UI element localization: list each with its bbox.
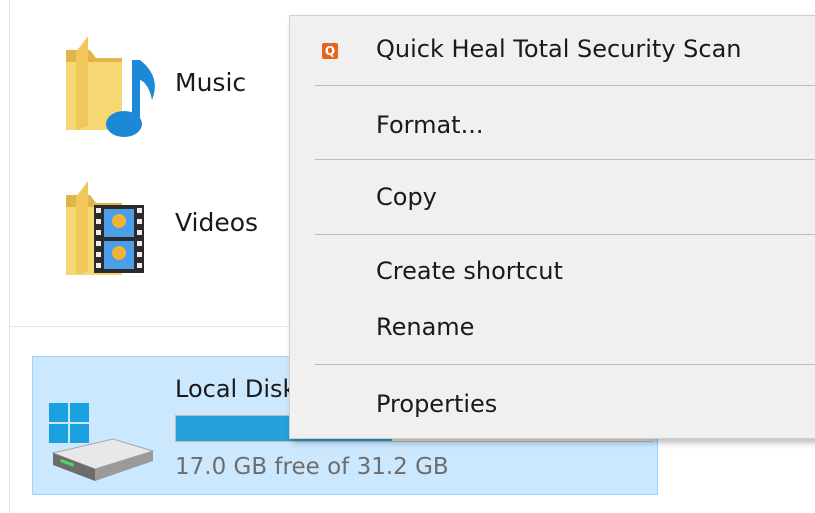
videos-folder-icon	[60, 175, 160, 285]
pane-left-border	[9, 0, 10, 513]
menu-item-label: Rename	[376, 313, 475, 341]
drive-free-space: 17.0 GB free of 31.2 GB	[175, 454, 449, 480]
menu-item-label: Quick Heal Total Security Scan	[376, 35, 742, 63]
menu-item-label: Format...	[376, 111, 484, 139]
menu-item-properties[interactable]: Properties	[290, 380, 815, 432]
folder-item-videos[interactable]: Videos	[40, 165, 290, 290]
quick-heal-icon: Q	[322, 43, 338, 59]
menu-item-label: Properties	[376, 390, 498, 418]
menu-item-label: Copy	[376, 183, 437, 211]
folder-label-videos: Videos	[175, 208, 259, 237]
menu-separator	[315, 234, 815, 235]
menu-item-format[interactable]: Format...	[290, 101, 815, 153]
menu-item-label: Create shortcut	[376, 257, 563, 285]
menu-separator	[315, 159, 815, 160]
context-menu: Q Quick Heal Total Security Scan Format.…	[289, 15, 815, 439]
folder-label-music: Music	[175, 68, 247, 97]
menu-item-quick-heal-scan[interactable]: Q Quick Heal Total Security Scan	[290, 25, 815, 77]
music-folder-icon	[60, 30, 160, 140]
menu-item-copy[interactable]: Copy	[290, 173, 815, 225]
menu-item-create-shortcut[interactable]: Create shortcut	[290, 247, 815, 299]
menu-item-rename[interactable]: Rename	[290, 303, 815, 355]
menu-separator	[315, 85, 815, 86]
windows-drive-icon	[47, 395, 157, 485]
menu-separator	[315, 364, 815, 365]
folder-item-music[interactable]: Music	[40, 20, 290, 145]
